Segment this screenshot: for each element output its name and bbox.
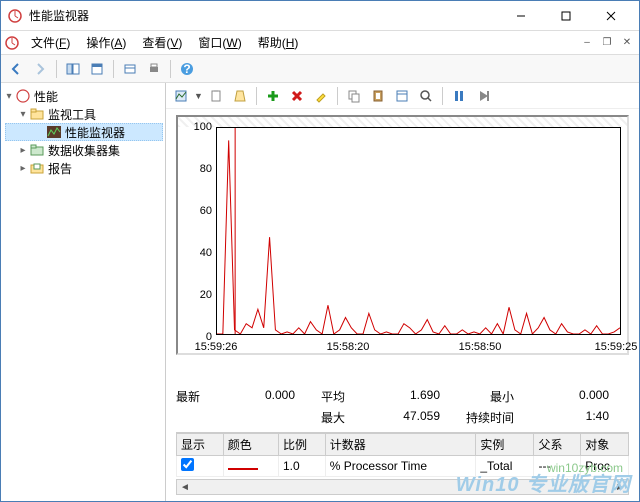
chart-toolbar: ▼: [166, 83, 639, 109]
stats-panel: 最新 0.000 平均 1.690 最小 0.000 最大 47.059 持续时…: [166, 382, 639, 432]
counters-table[interactable]: 显示 颜色 比例 计数器 实例 父系 对象 1.0% Processor Tim…: [176, 432, 629, 477]
properties-button[interactable]: [86, 58, 108, 80]
stat-avg-value: 1.690: [351, 388, 460, 405]
clear-button[interactable]: [229, 85, 251, 107]
tree-node-monitors[interactable]: ▾ 监视工具: [3, 105, 163, 123]
perfmon-app-icon: [7, 8, 23, 24]
properties-chart-button[interactable]: [391, 85, 413, 107]
mdi-minimize-icon[interactable]: –: [579, 36, 595, 50]
perfmon-icon: [15, 88, 31, 104]
y-tick: 80: [182, 163, 212, 175]
forward-button[interactable]: [29, 58, 51, 80]
menubar: 文件(F)操作(A)查看(V)窗口(W)帮助(H) – ❐ ✕: [1, 31, 639, 55]
delete-counter-button[interactable]: [286, 85, 308, 107]
chart-frame: 020406080100 15:59:2615:58:2015:58:5015:…: [176, 115, 629, 355]
x-tick: 15:58:50: [459, 341, 502, 353]
counter-object: Proc: [581, 456, 629, 477]
stat-avg-label: 平均: [321, 388, 345, 405]
copy-button[interactable]: [343, 85, 365, 107]
counter-show-checkbox[interactable]: [181, 458, 194, 471]
counter-scale: 1.0: [278, 456, 325, 477]
col-show[interactable]: 显示: [177, 434, 224, 456]
x-tick: 15:58:20: [327, 341, 370, 353]
mdi-close-icon[interactable]: ✕: [619, 36, 635, 50]
y-tick: 20: [182, 289, 212, 301]
tree-root-label: 性能: [34, 88, 58, 105]
tree-node-reports[interactable]: ▸ 报告: [3, 159, 163, 177]
tree-node-dcs[interactable]: ▸ 数据收集器集: [3, 141, 163, 159]
chart-plot[interactable]: [216, 127, 621, 335]
col-instance[interactable]: 实例: [476, 434, 534, 456]
col-counter[interactable]: 计数器: [325, 434, 476, 456]
print-button[interactable]: [143, 58, 165, 80]
stat-min-label: 最小: [466, 388, 514, 405]
svg-text:?: ?: [183, 62, 190, 76]
folder-icon: [29, 106, 45, 122]
reports-icon: [29, 160, 45, 176]
scroll-right-icon[interactable]: ►: [612, 482, 628, 493]
stat-max-value: 47.059: [351, 409, 460, 426]
highlight-button[interactable]: [310, 85, 332, 107]
scroll-left-icon[interactable]: ◄: [177, 482, 193, 493]
freeze-button[interactable]: [448, 85, 470, 107]
update-button[interactable]: [472, 85, 494, 107]
stat-dur-value: 1:40: [520, 409, 629, 426]
tree-node-perfmon[interactable]: 性能监视器: [5, 123, 163, 141]
chart-icon: [46, 124, 62, 140]
stat-dur-label: 持续时间: [466, 409, 514, 426]
window-title: 性能监视器: [29, 7, 498, 24]
mmc-toolbar: ?: [1, 55, 639, 83]
back-button[interactable]: [5, 58, 27, 80]
dropdown-icon[interactable]: ▼: [194, 91, 203, 101]
counter-color-swatch: [228, 468, 258, 470]
tree-dcs-label: 数据收集器集: [48, 142, 120, 159]
clipboard-button[interactable]: [205, 85, 227, 107]
zoom-button[interactable]: [415, 85, 437, 107]
x-tick: 15:59:25: [595, 341, 638, 353]
y-tick: 40: [182, 247, 212, 259]
counter-parent: ---: [534, 456, 581, 477]
y-tick: 100: [182, 121, 212, 133]
dcs-icon: [29, 142, 45, 158]
col-parent[interactable]: 父系: [534, 434, 581, 456]
export-button[interactable]: [119, 58, 141, 80]
counter-name: % Processor Time: [325, 456, 476, 477]
paste-button[interactable]: [367, 85, 389, 107]
y-tick: 60: [182, 205, 212, 217]
menu-v[interactable]: 查看(V): [134, 34, 190, 52]
close-button[interactable]: [588, 2, 633, 30]
tree-perfmon-label: 性能监视器: [65, 124, 125, 141]
menu-f[interactable]: 文件(F): [23, 34, 78, 52]
menu-a[interactable]: 操作(A): [78, 34, 134, 52]
horizontal-scrollbar[interactable]: ◄ ►: [176, 479, 629, 495]
counter-instance: _Total: [476, 456, 534, 477]
col-color[interactable]: 颜色: [223, 434, 278, 456]
col-object[interactable]: 对象: [581, 434, 629, 456]
minimize-button[interactable]: [498, 2, 543, 30]
stat-min-value: 0.000: [520, 388, 629, 405]
maximize-button[interactable]: [543, 2, 588, 30]
x-tick: 15:59:26: [195, 341, 238, 353]
perfmon-doc-icon: [5, 36, 19, 50]
menu-w[interactable]: 窗口(W): [190, 34, 249, 52]
stat-latest-label: 最新: [176, 388, 200, 405]
col-scale[interactable]: 比例: [278, 434, 325, 456]
navigation-tree[interactable]: ▾ 性能 ▾ 监视工具 性能监视器 ▸ 数据收集器集 ▸ 报告: [1, 83, 166, 501]
add-counter-button[interactable]: [262, 85, 284, 107]
mdi-restore-icon[interactable]: ❐: [599, 36, 615, 50]
tree-root-performance[interactable]: ▾ 性能: [3, 87, 163, 105]
tree-reports-label: 报告: [48, 160, 72, 177]
help-button[interactable]: ?: [176, 58, 198, 80]
view-type-button[interactable]: [170, 85, 192, 107]
counter-row[interactable]: 1.0% Processor Time_Total---Proc: [177, 456, 629, 477]
stat-latest-value: 0.000: [206, 388, 315, 405]
menu-h[interactable]: 帮助(H): [250, 34, 307, 52]
show-hide-tree-button[interactable]: [62, 58, 84, 80]
tree-monitors-label: 监视工具: [48, 106, 96, 123]
stat-max-label: 最大: [321, 409, 345, 426]
